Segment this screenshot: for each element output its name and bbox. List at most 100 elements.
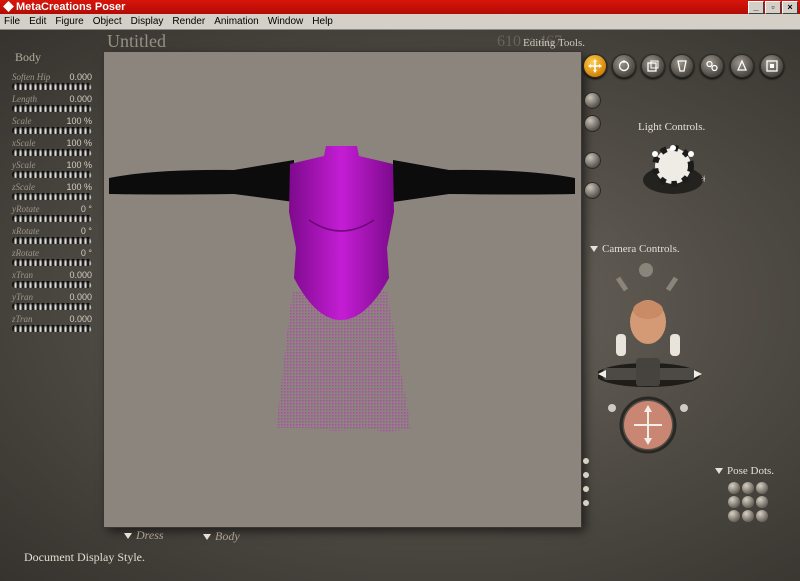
dial-zrotate[interactable]: zRotate 0 ° [12, 248, 92, 268]
side-tool-ball[interactable] [584, 152, 601, 169]
document-title: Untitled [107, 31, 166, 51]
pose-dot[interactable] [756, 510, 768, 522]
dial-length[interactable]: Length 0.000 [12, 94, 92, 114]
document-viewport[interactable] [104, 52, 581, 527]
minimize-button[interactable]: _ [748, 1, 764, 14]
pose-dot[interactable] [728, 496, 740, 508]
menu-file[interactable]: File [0, 16, 25, 27]
taper-icon [677, 60, 687, 72]
dial-xscale[interactable]: xScale 100 % [12, 138, 92, 158]
pose-dot[interactable] [756, 482, 768, 494]
side-tool-ball[interactable] [584, 115, 601, 132]
dial-wheel[interactable] [12, 281, 92, 288]
editing-tools-label: Editing Tools. [523, 37, 585, 49]
camera-head-small-icon [639, 263, 653, 277]
dial-label: Scale [12, 116, 32, 126]
menu-animation[interactable]: Animation [210, 16, 263, 27]
side-tool-ball[interactable] [584, 182, 601, 199]
light-dot-icon [670, 145, 676, 151]
svg-text:✳: ✳ [701, 174, 705, 184]
figure-selector[interactable]: Dress [124, 528, 164, 543]
menu-edit[interactable]: Edit [25, 16, 51, 27]
dial-value: 100 % [66, 138, 92, 148]
dropdown-triangle-icon [203, 534, 211, 541]
pose-dot[interactable] [742, 496, 754, 508]
close-button[interactable]: × [782, 1, 798, 14]
dial-wheel[interactable] [12, 83, 92, 90]
pose-dot[interactable] [756, 496, 768, 508]
collapse-triangle-icon[interactable] [590, 246, 598, 253]
dial-label: yTran [12, 292, 34, 302]
rotate-icon [618, 60, 630, 72]
translate-tool[interactable] [583, 54, 607, 78]
rotate-tool[interactable] [612, 54, 636, 78]
color-tool[interactable] [730, 54, 754, 78]
style-dot[interactable] [583, 486, 589, 492]
dial-label: zTran [12, 314, 33, 324]
taper-tool[interactable] [670, 54, 694, 78]
dial-value: 0.000 [69, 314, 92, 324]
pose-dot[interactable] [742, 482, 754, 494]
color-icon [736, 59, 748, 71]
pose-dots-grid [728, 482, 768, 522]
light-dot-icon [688, 151, 694, 157]
pose-dot[interactable] [742, 510, 754, 522]
dial-wheel[interactable] [12, 303, 92, 310]
dial-value: 0.000 [69, 94, 92, 104]
poser-app-icon[interactable] [3, 1, 14, 12]
menu-figure[interactable]: Figure [51, 16, 88, 27]
restore-button[interactable]: ▫ [765, 1, 781, 14]
dial-yrotate[interactable]: yRotate 0 ° [12, 204, 92, 224]
menu-object[interactable]: Object [89, 16, 127, 27]
style-dot[interactable] [583, 458, 589, 464]
pose-dot[interactable] [728, 482, 740, 494]
dial-wheel[interactable] [12, 259, 92, 266]
pose-dot[interactable] [728, 510, 740, 522]
collapse-triangle-icon[interactable] [715, 468, 723, 475]
dial-wheel[interactable] [12, 215, 92, 222]
dial-value: 0.000 [69, 270, 92, 280]
dial-wheel[interactable] [12, 127, 92, 134]
menu-window[interactable]: Window [264, 16, 309, 27]
dial-scale[interactable]: Scale 100 % [12, 116, 92, 136]
figure-dress[interactable] [104, 52, 581, 527]
body-part-selector[interactable]: Body [203, 529, 240, 544]
dial-xrotate[interactable]: xRotate 0 ° [12, 226, 92, 246]
dial-wheel[interactable] [12, 237, 92, 244]
dial-label: yScale [12, 160, 36, 170]
chain-tool[interactable] [700, 54, 724, 78]
camera-controls[interactable] [598, 260, 722, 455]
right-sleeve [393, 160, 575, 202]
dial-value: 0 ° [80, 248, 92, 258]
left-hand-icon [616, 334, 626, 356]
dial-label: xTran [12, 270, 34, 280]
menu-bar: File Edit Figure Object Display Render A… [0, 14, 800, 30]
side-tool-ball[interactable] [584, 92, 601, 109]
style-dot[interactable] [583, 500, 589, 506]
dial-label: yRotate [12, 204, 40, 214]
dial-label: xScale [12, 138, 36, 148]
dial-zscale[interactable]: zScale 100 % [12, 182, 92, 202]
dial-wheel[interactable] [12, 171, 92, 178]
dial-soften-hip[interactable]: Soften Hip 0.000 [12, 72, 92, 92]
dial-value: 0 ° [80, 204, 92, 214]
chain-icon [706, 60, 718, 72]
style-dot[interactable] [583, 472, 589, 478]
dial-label: xRotate [12, 226, 40, 236]
menu-display[interactable]: Display [127, 16, 169, 27]
scale-tool[interactable] [641, 54, 665, 78]
dial-wheel[interactable] [12, 105, 92, 112]
dial-ytran[interactable]: yTran 0.000 [12, 292, 92, 312]
display-style-dots [583, 458, 589, 514]
menu-help[interactable]: Help [308, 16, 338, 27]
dial-yscale[interactable]: yScale 100 % [12, 160, 92, 180]
view-magnifier-tool[interactable] [760, 54, 784, 78]
dial-value: 100 % [66, 160, 92, 170]
dial-ztran[interactable]: zTran 0.000 [12, 314, 92, 334]
menu-render[interactable]: Render [168, 16, 210, 27]
dial-wheel[interactable] [12, 149, 92, 156]
light-controls-sphere[interactable]: ✳ [641, 140, 705, 200]
dial-wheel[interactable] [12, 325, 92, 332]
dial-wheel[interactable] [12, 193, 92, 200]
dial-xtran[interactable]: xTran 0.000 [12, 270, 92, 290]
